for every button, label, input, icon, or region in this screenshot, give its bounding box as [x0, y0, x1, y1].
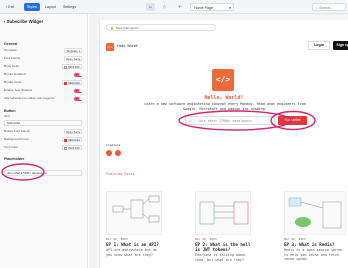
creator-avatar[interactable] [106, 150, 112, 156]
post-thumbnail [106, 191, 162, 235]
chevron-down-icon: ▾ [229, 6, 231, 10]
color-swatch [64, 65, 68, 69]
settings-sidebar: ‹ Subscribe Widget General Template Templ… [0, 14, 88, 268]
body-color-picker[interactable]: #FFFFFF [62, 64, 82, 69]
desktop-view-icon[interactable]: ▭ [146, 3, 155, 11]
section-general: General [4, 42, 18, 46]
exit-label: Exit [8, 5, 15, 9]
row-button-font: Button Font Family Open Sans [4, 128, 82, 135]
page-select-value: Home Page [194, 6, 213, 10]
border-color-picker[interactable]: #E03A3A [62, 80, 82, 85]
featured-posts-label: Featured Posts [106, 172, 135, 176]
row-text-shadow: Enable Text Shadow [4, 87, 82, 94]
template-select[interactable]: Template 1 [64, 48, 82, 53]
row-label: Background Color [4, 137, 29, 141]
row-font-family: Font Family Open Sans [4, 55, 82, 62]
row-label: Body Color [4, 64, 20, 68]
font-family-select[interactable]: Open Sans [64, 56, 82, 61]
tab-layout[interactable]: Layout [42, 3, 59, 11]
site-logo-icon[interactable]: </> [106, 43, 114, 51]
redis-diagram-icon [288, 197, 342, 229]
row-label: Border Color [4, 80, 22, 84]
post-description: Redis is a open source server to help yo… [284, 248, 344, 261]
post-card[interactable]: Mar 22, 2023 EP 3: What is Redis? Redis … [284, 191, 346, 262]
post-description: API are everywhere but do you know what … [106, 248, 158, 257]
row-border-color: Border Color #E03A3A [4, 79, 82, 86]
color-value: #E03A3A [68, 138, 80, 142]
sidebar-header: ‹ Subscribe Widget [4, 19, 43, 24]
tab-styles[interactable]: Styles [24, 3, 40, 11]
color-swatch [64, 81, 68, 85]
row-button-bg: Background Color #E03A3A [4, 136, 82, 143]
post-title: EP 3: What is Redis? [284, 242, 335, 247]
exit-button[interactable]: ‹ Exit [3, 3, 17, 11]
hide-form-toggle[interactable] [74, 96, 82, 101]
search-placeholder: Search... [319, 6, 334, 10]
mobile-view-icon[interactable]: ▯ [160, 3, 169, 11]
signup-button[interactable]: Sign up [333, 41, 348, 50]
hero-code-icon: </> [212, 69, 234, 91]
post-card[interactable]: Mar 22, 2023 EP 2: What is the hell is J… [195, 191, 251, 262]
preview-canvas: 🔒 https://dev.gbt.to/ </> Hello, World! L… [89, 14, 348, 268]
tab-settings[interactable]: Settings [60, 3, 79, 11]
row-button-text: Text [4, 113, 82, 120]
url-bar[interactable]: 🔒 https://dev.gbt.to/ [106, 24, 216, 31]
search-input[interactable]: ⌕ Search... [312, 3, 346, 11]
post-date: Mar 22, 2023 [284, 237, 306, 241]
editor-toolbar: ‹ Exit Styles Layout Settings ▭ ▯ ↶ Home… [0, 0, 348, 14]
lock-icon: 🔒 [110, 26, 114, 30]
row-label: Template [4, 48, 17, 52]
site-brand[interactable]: Hello, World! [117, 44, 138, 48]
button-bg-color-picker[interactable]: #E03A3A [62, 137, 82, 142]
post-title: EP 1: What is an API? [106, 242, 159, 247]
color-value: #FFFFFF [68, 65, 80, 69]
button-text-input[interactable]: Subscribe [4, 120, 82, 126]
row-label: Border Enabled [4, 72, 26, 76]
row-label: Button Font Family [4, 129, 30, 133]
color-value: #FFFFFF [68, 146, 80, 150]
page-select[interactable]: Home Page ▾ [190, 3, 234, 11]
api-diagram-icon [112, 195, 160, 223]
color-swatch [64, 138, 68, 142]
text-shadow-toggle[interactable] [74, 88, 82, 93]
post-card[interactable]: Mar 22, 2023 EP 1: What is an API? API a… [106, 191, 162, 257]
row-label: Font Family [4, 56, 21, 60]
color-swatch [64, 146, 68, 150]
button-font-select[interactable]: Open Sans [64, 129, 82, 134]
post-thumbnail [195, 191, 251, 235]
row-hide-form: Hide Subscribe Form When User Logged In [4, 95, 82, 102]
post-thumbnail [284, 191, 346, 235]
hero-title: Hello, World! [204, 95, 244, 101]
post-description: Everyone is talking about them, but what… [195, 253, 247, 262]
jwt-diagram-icon [199, 201, 249, 225]
creator-avatar[interactable] [115, 150, 121, 156]
annotation-ellipse [1, 163, 45, 181]
row-border-enabled: Border Enabled [4, 71, 82, 78]
row-label: Hide Subscribe Form When User Logged In [4, 97, 55, 100]
post-title: EP 2: What is the hell is JWT tokens? [195, 242, 251, 252]
color-value: #E03A3A [68, 81, 80, 85]
row-button-text-color: Text Color #FFFFFF [4, 144, 82, 151]
site-preview: 🔒 https://dev.gbt.to/ </> Hello, World! L… [99, 20, 348, 268]
row-label: Enable Text Shadow [4, 88, 33, 92]
border-enabled-toggle[interactable] [74, 72, 82, 77]
row-label: Text [4, 114, 10, 118]
annotation-ellipse [178, 110, 316, 131]
row-template: Template Template 1 [4, 47, 82, 54]
row-label: Text Color [4, 145, 18, 149]
url-text: https://dev.gbt.to/ [116, 26, 139, 30]
button-text-color-picker[interactable]: #FFFFFF [62, 145, 82, 150]
post-date: Mar 22, 2023 [106, 237, 128, 241]
post-date: Mar 22, 2023 [195, 237, 217, 241]
sidebar-title: Subscribe Widget [6, 19, 43, 24]
undo-icon[interactable]: ↶ [176, 3, 184, 11]
login-button[interactable]: Login [308, 41, 330, 50]
creators-label: Creators [106, 143, 121, 147]
row-body-color: Body Color #FFFFFF [4, 63, 82, 70]
